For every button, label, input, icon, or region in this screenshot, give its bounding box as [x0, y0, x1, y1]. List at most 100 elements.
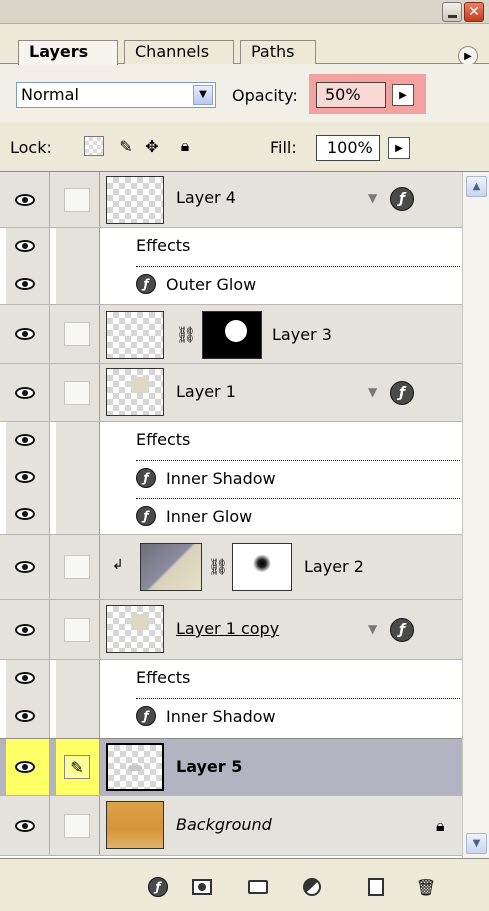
opacity-field[interactable]: 50% [316, 82, 386, 108]
layer-name[interactable]: Layer 4 [176, 188, 236, 207]
layer-row-layer-4[interactable]: Layer 4 ▼ ƒ [0, 172, 462, 228]
brush-lock-icon[interactable]: ✎ [116, 136, 136, 156]
effect-outer-glow[interactable]: ƒ Outer Glow [136, 274, 256, 294]
minimize-button[interactable] [442, 2, 462, 22]
layer-name[interactable]: Layer 3 [272, 325, 332, 344]
folder-icon[interactable] [246, 875, 270, 899]
trash-icon[interactable]: 🗑︎ [414, 875, 438, 899]
fill-field[interactable]: 100% [316, 135, 380, 161]
link-toggle[interactable] [64, 813, 90, 838]
eye-visibility-icon[interactable] [12, 502, 38, 526]
eye-visibility-icon[interactable] [12, 666, 38, 690]
link-toggle[interactable] [64, 322, 90, 346]
lock-row: Lock: ✎ ✥ 🔒︎ Fill: 100% ▶ [0, 122, 489, 172]
layer-name[interactable]: Layer 1 [176, 382, 236, 401]
divider [136, 460, 460, 461]
eye-visibility-icon[interactable] [12, 188, 38, 212]
fx-icon: ƒ [136, 506, 156, 526]
effect-name: Inner Glow [166, 506, 253, 526]
layer-style-icon[interactable]: ƒ [146, 875, 170, 899]
eye-visibility-icon[interactable] [12, 381, 38, 405]
layers-list: Layer 4 ▼ ƒ Effects ƒ Outer Glow ⛓︎ Laye… [0, 172, 462, 858]
layer-thumbnail [106, 176, 164, 224]
tab-paths[interactable]: Paths [240, 40, 316, 64]
effects-label: Effects [136, 430, 191, 449]
layer-thumbnail [106, 801, 164, 849]
layer-row-layer-5[interactable]: ✎ Layer 5 [0, 738, 462, 796]
scrollbar[interactable]: ▲ ▼ [462, 172, 489, 858]
eye-visibility-icon[interactable] [12, 272, 38, 296]
eye-visibility-icon[interactable] [12, 465, 38, 489]
layer-row-layer-2[interactable]: ↲ ⛓︎ Layer 2 [0, 534, 462, 600]
divider [136, 266, 460, 267]
tab-layers[interactable]: Layers [18, 40, 118, 65]
scroll-down-button[interactable]: ▼ [466, 833, 487, 854]
lock-label: Lock: [10, 138, 52, 157]
tab-channels[interactable]: Channels [124, 40, 234, 64]
link-toggle[interactable] [64, 380, 90, 405]
new-layer-icon[interactable] [364, 875, 388, 899]
effects-label: Effects [136, 236, 191, 255]
fill-slider-button[interactable]: ▶ [388, 137, 410, 159]
triangle-right-icon: ▶ [395, 142, 403, 154]
triangle-down-icon[interactable]: ▼ [368, 622, 377, 636]
fx-icon: ƒ [136, 274, 156, 294]
chain-link-icon[interactable]: ⛓︎ [208, 557, 228, 576]
mask-icon[interactable] [190, 875, 214, 899]
layer-thumbnail [106, 743, 164, 791]
blend-mode-select[interactable]: Normal ▼ [16, 82, 216, 108]
fx-icon: ƒ [136, 706, 156, 726]
layer-mask-thumbnail[interactable] [232, 543, 292, 591]
brush-icon[interactable]: ✎ [64, 755, 90, 779]
move-lock-icon[interactable]: ✥ [142, 136, 162, 156]
eye-visibility-icon[interactable] [12, 704, 38, 728]
layer-thumbnail [140, 543, 202, 591]
layer-name[interactable]: Background [176, 815, 272, 834]
fx-icon: ƒ [148, 877, 168, 897]
triangle-down-icon[interactable]: ▼ [368, 191, 377, 205]
triangle-down-icon[interactable]: ▼ [368, 385, 377, 399]
chevron-down-icon[interactable]: ▼ [193, 85, 213, 105]
link-column [56, 660, 100, 738]
eye-visibility-icon[interactable] [12, 555, 38, 579]
chain-link-icon[interactable]: ⛓︎ [176, 325, 196, 344]
layer-row-layer-3[interactable]: ⛓︎ Layer 3 [0, 304, 462, 364]
link-toggle[interactable] [64, 555, 90, 579]
fx-icon: ƒ [136, 468, 156, 488]
layer-name[interactable]: Layer 5 [176, 757, 242, 776]
link-toggle[interactable] [64, 187, 90, 212]
eye-visibility-icon[interactable] [12, 618, 38, 642]
layer-name[interactable]: Layer 1 copy [176, 619, 279, 638]
effect-inner-glow[interactable]: ƒ Inner Glow [136, 506, 252, 526]
link-toggle[interactable] [64, 617, 90, 642]
opacity-value: 50% [325, 85, 361, 104]
adjustment-layer-icon[interactable] [300, 875, 324, 899]
eye-visibility-icon[interactable] [12, 755, 38, 779]
tab-paths-label: Paths [251, 42, 295, 61]
layer-thumbnail [106, 311, 164, 359]
layer-row-layer-1[interactable]: Layer 1 ▼ ƒ [0, 364, 462, 422]
transparency-lock-icon[interactable] [84, 136, 104, 156]
effect-inner-shadow[interactable]: ƒ Inner Shadow [136, 468, 276, 488]
layer-name[interactable]: Layer 2 [304, 557, 364, 576]
layer-row-layer-1-copy[interactable]: Layer 1 copy ▼ ƒ [0, 600, 462, 660]
eye-visibility-icon[interactable] [12, 814, 38, 838]
padlock-icon[interactable]: 🔒︎ [175, 136, 195, 156]
blend-mode-value: Normal [21, 85, 79, 104]
tab-channels-label: Channels [135, 42, 210, 61]
close-button[interactable]: ✕ [464, 2, 484, 22]
scroll-up-button[interactable]: ▲ [466, 176, 487, 197]
opacity-slider-button[interactable]: ▶ [392, 84, 414, 106]
layer-mask-thumbnail[interactable] [202, 311, 262, 359]
layer-row-background[interactable]: Background 🔒︎ [0, 796, 462, 856]
tab-row: Layers Channels Paths ▶ [0, 24, 489, 66]
effect-inner-shadow[interactable]: ƒ Inner Shadow [136, 706, 276, 726]
panel-menu-button[interactable]: ▶ [458, 46, 478, 66]
effects-label: Effects [136, 668, 191, 687]
eye-visibility-icon[interactable] [12, 322, 38, 346]
divider [136, 698, 460, 699]
eye-visibility-icon[interactable] [12, 428, 38, 452]
eye-visibility-icon[interactable] [12, 234, 38, 258]
clipping-arrow-icon: ↲ [112, 557, 124, 573]
link-column [56, 228, 100, 304]
